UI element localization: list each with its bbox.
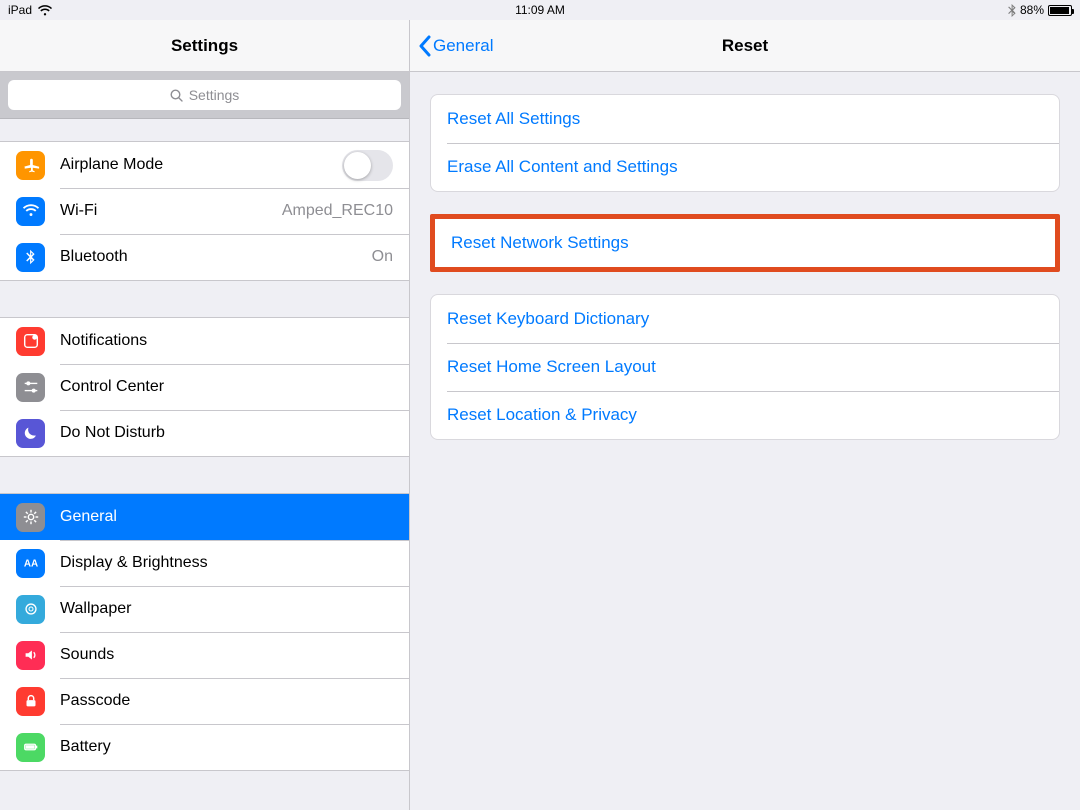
screen: iPad 11:09 AM 88% Settings xyxy=(0,0,1080,810)
wifi-value: Amped_REC10 xyxy=(282,202,393,220)
reset-home-screen[interactable]: Reset Home Screen Layout xyxy=(431,343,1059,391)
status-left: iPad xyxy=(8,3,363,17)
battery-percent: 88% xyxy=(1020,3,1044,17)
search-icon xyxy=(170,89,183,102)
reset-network-settings[interactable]: Reset Network Settings xyxy=(435,219,1055,267)
wifi-icon xyxy=(38,5,52,16)
sidebar-item-passcode[interactable]: Passcode xyxy=(0,678,409,724)
split-view: Settings Settings Airplane Mode xyxy=(0,20,1080,810)
back-button[interactable]: General xyxy=(418,20,493,71)
search-input[interactable]: Settings xyxy=(8,80,401,110)
reset-keyboard-label: Reset Keyboard Dictionary xyxy=(447,309,649,329)
wallpaper-label: Wallpaper xyxy=(60,600,393,618)
wifi-label: Wi-Fi xyxy=(60,202,282,220)
notifications-icon xyxy=(16,327,45,356)
sidebar-item-wallpaper[interactable]: Wallpaper xyxy=(0,586,409,632)
reset-location-privacy[interactable]: Reset Location & Privacy xyxy=(431,391,1059,439)
sounds-icon xyxy=(16,641,45,670)
battery-row-icon xyxy=(16,733,45,762)
sidebar-item-display[interactable]: AA Display & Brightness xyxy=(0,540,409,586)
control-center-icon xyxy=(16,373,45,402)
sidebar-group-alerts: Notifications Control Center Do Not Dist… xyxy=(0,317,409,457)
reset-home-label: Reset Home Screen Layout xyxy=(447,357,656,377)
general-icon xyxy=(16,503,45,532)
detail-pane: General Reset Reset All Settings Erase A… xyxy=(410,20,1080,810)
control-center-label: Control Center xyxy=(60,378,393,396)
sidebar-item-wifi[interactable]: Wi-Fi Amped_REC10 xyxy=(0,188,409,234)
bluetooth-label: Bluetooth xyxy=(60,248,372,266)
reset-group-2: Reset Network Settings xyxy=(430,214,1060,272)
battery-label: Battery xyxy=(60,738,393,756)
sidebar-item-notifications[interactable]: Notifications xyxy=(0,318,409,364)
display-label: Display & Brightness xyxy=(60,554,393,572)
bluetooth-value: On xyxy=(372,248,393,266)
passcode-icon xyxy=(16,687,45,716)
sidebar-item-control-center[interactable]: Control Center xyxy=(0,364,409,410)
sidebar-item-dnd[interactable]: Do Not Disturb xyxy=(0,410,409,456)
back-label: General xyxy=(433,36,493,56)
reset-network-label: Reset Network Settings xyxy=(451,233,629,253)
status-bar: iPad 11:09 AM 88% xyxy=(0,0,1080,20)
status-right: 88% xyxy=(717,3,1072,17)
wallpaper-icon xyxy=(16,595,45,624)
erase-all-content[interactable]: Erase All Content and Settings xyxy=(431,143,1059,191)
airplane-label: Airplane Mode xyxy=(60,156,342,174)
airplane-toggle[interactable] xyxy=(342,150,393,181)
reset-keyboard-dictionary[interactable]: Reset Keyboard Dictionary xyxy=(431,295,1059,343)
status-time: 11:09 AM xyxy=(363,3,718,17)
general-label: General xyxy=(60,508,393,526)
sidebar-nav: Settings xyxy=(0,20,409,72)
search-bar[interactable]: Settings xyxy=(0,72,409,119)
reset-group-3: Reset Keyboard Dictionary Reset Home Scr… xyxy=(430,294,1060,440)
carrier-label: iPad xyxy=(8,3,32,17)
passcode-label: Passcode xyxy=(60,692,393,710)
reset-group-1: Reset All Settings Erase All Content and… xyxy=(430,94,1060,192)
bluetooth-row-icon xyxy=(16,243,45,272)
dnd-icon xyxy=(16,419,45,448)
wifi-row-icon xyxy=(16,197,45,226)
detail-title: Reset xyxy=(722,36,768,56)
sidebar-item-battery[interactable]: Battery xyxy=(0,724,409,770)
sidebar-title: Settings xyxy=(171,36,238,56)
notifications-label: Notifications xyxy=(60,332,393,350)
sounds-label: Sounds xyxy=(60,646,393,664)
bluetooth-status-icon xyxy=(1008,4,1016,17)
detail-nav: General Reset xyxy=(410,20,1080,72)
display-icon: AA xyxy=(16,549,45,578)
reset-all-settings[interactable]: Reset All Settings xyxy=(431,95,1059,143)
sidebar-item-bluetooth[interactable]: Bluetooth On xyxy=(0,234,409,280)
sidebar-group-connectivity: Airplane Mode Wi-Fi Amped_REC10 Bluetoot… xyxy=(0,141,409,281)
battery-icon xyxy=(1048,5,1072,16)
search-placeholder: Settings xyxy=(189,87,240,103)
svg-text:AA: AA xyxy=(23,559,37,570)
chevron-left-icon xyxy=(418,35,431,57)
sidebar-item-airplane[interactable]: Airplane Mode xyxy=(0,142,409,188)
dnd-label: Do Not Disturb xyxy=(60,424,393,442)
sidebar-item-sounds[interactable]: Sounds xyxy=(0,632,409,678)
erase-all-label: Erase All Content and Settings xyxy=(447,157,678,177)
reset-location-label: Reset Location & Privacy xyxy=(447,405,637,425)
airplane-icon xyxy=(16,151,45,180)
sidebar: Settings Settings Airplane Mode xyxy=(0,20,410,810)
sidebar-item-general[interactable]: General xyxy=(0,494,409,540)
sidebar-group-general: General AA Display & Brightness Wallpape… xyxy=(0,493,409,771)
reset-all-label: Reset All Settings xyxy=(447,109,580,129)
